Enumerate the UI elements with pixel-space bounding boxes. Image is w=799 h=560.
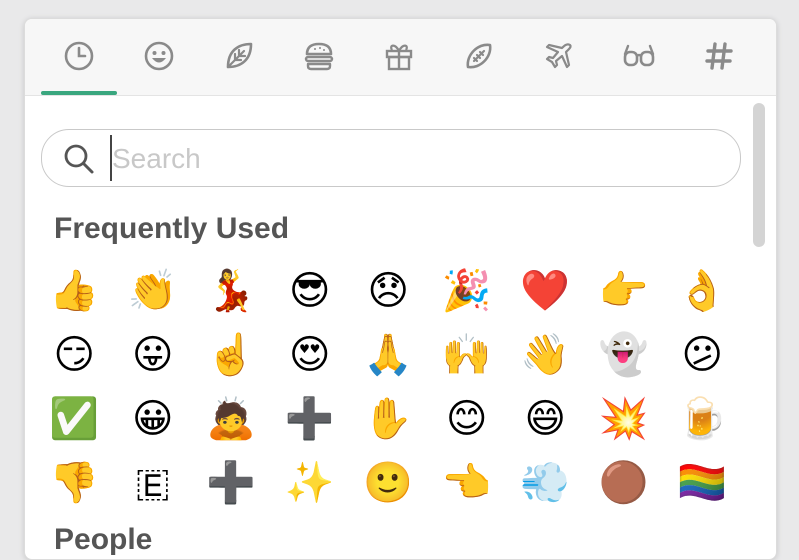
section-title-people: People	[54, 523, 153, 556]
emoji-button[interactable]: ✅	[35, 387, 114, 451]
emoji-button[interactable]: 🟤	[585, 451, 664, 515]
emoji-button[interactable]: 😊	[428, 387, 507, 451]
emoji-button[interactable]: ✋	[349, 387, 428, 451]
emoji-grid: 👍 👏 💃 😎 😞 🎉 ❤️ 👉 👌 😏 😛 ☝️ 😍 🙏 🙌 👋 👻 😕 ✅ 😀 🙇 ➕ ✋ 😊 😄 💥 🍺 👎 🇪 ➕ ✨ 🙂 👈 💨 🟤 🏳️‍…	[35, 259, 745, 515]
text-caret	[110, 135, 112, 181]
emoji-button[interactable]: 🏳️‍🌈	[663, 451, 742, 515]
emoji-picker: Frequently Used 👍👏💃😎😞🎉❤️👉👌 😏😛☝️😍🙏🙌👋👻😕 ✅😀🙇➕…	[24, 18, 777, 560]
football-icon	[466, 43, 492, 69]
emoji-button[interactable]: ✨	[271, 451, 350, 515]
emoji-button[interactable]: 💃	[192, 259, 271, 323]
emoji-button[interactable]: 👎	[35, 451, 114, 515]
emoji-button[interactable]: 🍺	[663, 387, 742, 451]
emoji-button[interactable]: ➕	[192, 451, 271, 515]
smiley-icon	[144, 41, 174, 71]
emoji-button[interactable]: 👻	[585, 323, 664, 387]
emoji-button[interactable]: 😞	[349, 259, 428, 323]
emoji-button[interactable]: 😎	[271, 259, 350, 323]
search-input[interactable]	[110, 138, 714, 180]
airplane-icon	[545, 43, 572, 69]
emoji-button[interactable]: 💥	[585, 387, 664, 451]
tab-recent[interactable]	[41, 19, 117, 95]
emoji-button[interactable]: 💨	[506, 451, 585, 515]
emoji-button[interactable]: ❤️	[506, 259, 585, 323]
tab-objects[interactable]	[601, 19, 677, 93]
emoji-button[interactable]: 🙏	[349, 323, 428, 387]
emoji-button[interactable]: 👏	[114, 259, 193, 323]
search-icon	[64, 144, 94, 174]
tab-nature[interactable]	[201, 19, 277, 93]
tab-people[interactable]	[121, 19, 197, 93]
tab-symbols[interactable]	[681, 19, 757, 93]
emoji-button[interactable]: 👉	[585, 259, 664, 323]
emoji-button[interactable]: 👋	[506, 323, 585, 387]
emoji-button[interactable]: ➕	[271, 387, 350, 451]
tab-celebration[interactable]	[361, 19, 437, 93]
section-title-frequently-used: Frequently Used	[54, 212, 290, 245]
emoji-button[interactable]: 🙂	[349, 451, 428, 515]
emoji-button[interactable]: ☝️	[192, 323, 271, 387]
tab-travel[interactable]	[521, 19, 597, 93]
emoji-button[interactable]: 🙇	[192, 387, 271, 451]
emoji-button[interactable]: 👌	[663, 259, 742, 323]
emoji-button[interactable]: 👈	[428, 451, 507, 515]
emoji-button[interactable]: 🎉	[428, 259, 507, 323]
emoji-button[interactable]: 😛	[114, 323, 193, 387]
emoji-button[interactable]: 🙌	[428, 323, 507, 387]
leaf-icon	[226, 42, 253, 69]
emoji-button[interactable]: 👍	[35, 259, 114, 323]
emoji-button[interactable]: 😀	[114, 387, 193, 451]
emoji-button[interactable]: 😏	[35, 323, 114, 387]
emoji-button[interactable]: 😄	[506, 387, 585, 451]
tab-activity[interactable]	[441, 19, 517, 93]
hashtag-icon	[705, 42, 733, 70]
category-tab-bar	[25, 19, 776, 96]
emoji-button[interactable]: 🇪	[114, 451, 193, 515]
emoji-button[interactable]: 😍	[271, 323, 350, 387]
burger-icon	[304, 42, 334, 71]
clock-icon	[64, 41, 94, 71]
glasses-icon	[623, 44, 655, 67]
tab-food[interactable]	[281, 19, 357, 93]
search-box[interactable]	[41, 129, 741, 187]
gift-icon	[385, 44, 413, 71]
scrollbar-thumb[interactable]	[753, 103, 765, 247]
emoji-button[interactable]: 😕	[663, 323, 742, 387]
